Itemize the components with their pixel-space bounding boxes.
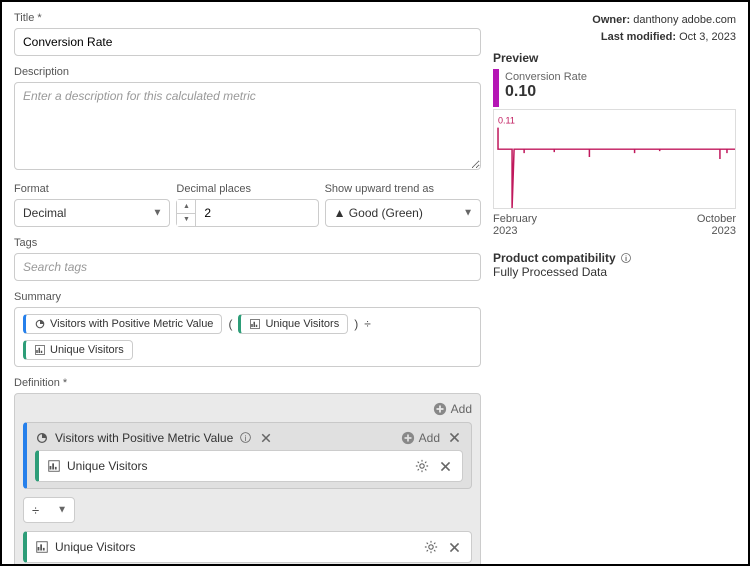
- operator-select[interactable]: [23, 497, 75, 523]
- format-label: Format: [14, 183, 170, 195]
- metric-row[interactable]: Unique Visitors: [35, 450, 463, 482]
- segment-block[interactable]: Visitors with Positive Metric Value i Ad…: [23, 422, 472, 489]
- metric-name: Unique Visitors: [55, 540, 135, 554]
- decimal-stepper[interactable]: ▲ ▼: [176, 199, 318, 227]
- close-button[interactable]: [446, 429, 463, 446]
- title-input[interactable]: [14, 28, 481, 56]
- metric-row[interactable]: Unique Visitors: [23, 531, 472, 563]
- summary-panel: Visitors with Positive Metric Value ( Un…: [14, 307, 481, 367]
- preview-value: 0.10: [505, 83, 730, 101]
- format-select[interactable]: Decimal: [14, 199, 170, 227]
- svg-text:i: i: [245, 434, 247, 443]
- preview-card: Conversion Rate 0.10: [493, 69, 736, 107]
- add-button[interactable]: Add: [401, 431, 440, 445]
- info-icon[interactable]: i: [239, 431, 252, 444]
- stepper-down-button[interactable]: ▼: [177, 214, 195, 227]
- chart-start-date: February2023: [493, 213, 537, 237]
- close-icon: [448, 541, 461, 554]
- stepper-up-button[interactable]: ▲: [177, 200, 195, 214]
- summary-label: Summary: [14, 291, 481, 303]
- preview-metric-name: Conversion Rate: [505, 71, 730, 83]
- add-circle-icon: [401, 431, 415, 445]
- divide-icon: [32, 503, 39, 518]
- gear-button[interactable]: [422, 538, 440, 556]
- owner-info: Owner: danthony adobe.com Last modified:…: [493, 12, 736, 45]
- gear-icon: [415, 459, 429, 473]
- metric-icon: [47, 459, 61, 473]
- paren-close: ): [354, 317, 358, 331]
- segment-title: Visitors with Positive Metric Value: [55, 431, 233, 445]
- description-label: Description: [14, 66, 481, 78]
- close-icon: [260, 432, 272, 444]
- summary-segment-pill: Visitors with Positive Metric Value: [23, 314, 222, 334]
- gear-icon: [424, 540, 438, 554]
- title-label: Title: [14, 12, 481, 24]
- info-icon[interactable]: i: [620, 252, 632, 264]
- compatibility-value: Fully Processed Data: [493, 265, 736, 279]
- tags-label: Tags: [14, 237, 481, 249]
- close-button[interactable]: [437, 458, 454, 475]
- metric-icon: [35, 540, 49, 554]
- paren-open: (: [228, 317, 232, 331]
- metric-icon: [34, 344, 46, 356]
- definition-label: Definition: [14, 377, 481, 389]
- trend-select[interactable]: ▲ Good (Green): [325, 199, 481, 227]
- preview-chart: 0.11: [493, 109, 736, 209]
- definition-area: Add Visitors with Positive Metric Value …: [14, 393, 481, 564]
- segment-icon: [35, 431, 49, 445]
- summary-metric-pill: Unique Visitors: [23, 340, 133, 360]
- metric-icon: [249, 318, 261, 330]
- description-input[interactable]: [14, 82, 481, 170]
- metric-name: Unique Visitors: [67, 459, 147, 473]
- segment-icon: [34, 318, 46, 330]
- svg-text:i: i: [625, 254, 627, 263]
- decimal-input[interactable]: [196, 199, 318, 227]
- add-button[interactable]: Add: [433, 402, 472, 416]
- close-icon: [439, 460, 452, 473]
- close-icon: [448, 431, 461, 444]
- divide-operator: ÷: [364, 317, 371, 331]
- compatibility-label: Product compatibility i: [493, 251, 632, 265]
- gear-button[interactable]: [413, 457, 431, 475]
- chart-y-tick: 0.11: [498, 116, 515, 126]
- close-button[interactable]: [446, 539, 463, 556]
- close-button[interactable]: [258, 430, 274, 446]
- decimal-label: Decimal places: [176, 183, 318, 195]
- trend-label: Show upward trend as: [325, 183, 481, 195]
- add-circle-icon: [433, 402, 447, 416]
- chart-end-date: October2023: [697, 213, 736, 237]
- preview-label: Preview: [493, 51, 736, 65]
- tags-input[interactable]: [14, 253, 481, 281]
- summary-metric-pill: Unique Visitors: [238, 314, 348, 334]
